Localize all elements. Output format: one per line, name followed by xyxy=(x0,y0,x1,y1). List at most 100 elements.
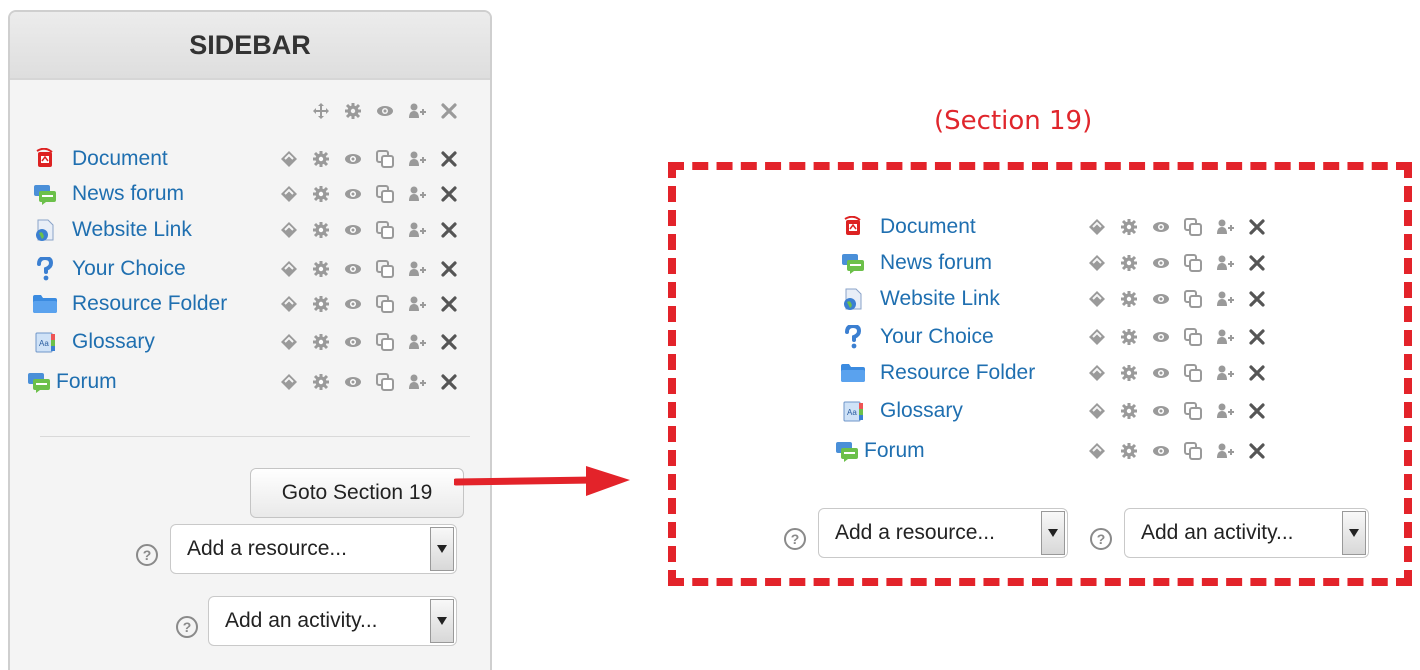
dropdown-arrow-icon[interactable] xyxy=(430,599,454,643)
duplicate-icon[interactable] xyxy=(1182,362,1204,384)
eye-icon[interactable] xyxy=(342,293,364,315)
add-activity-select[interactable]: Add an activity... xyxy=(208,596,457,646)
duplicate-icon[interactable] xyxy=(374,293,396,315)
eye-icon[interactable] xyxy=(1150,216,1172,238)
assign-role-icon[interactable] xyxy=(406,219,428,241)
delete-icon[interactable] xyxy=(438,148,460,170)
assign-role-icon[interactable] xyxy=(1214,252,1236,274)
assign-role-icon[interactable] xyxy=(406,293,428,315)
assign-role-icon[interactable] xyxy=(406,331,428,353)
activity-link[interactable]: Document xyxy=(880,215,976,239)
delete-icon[interactable] xyxy=(1246,362,1268,384)
duplicate-icon[interactable] xyxy=(374,331,396,353)
delete-icon[interactable] xyxy=(1246,252,1268,274)
move-icon[interactable] xyxy=(310,100,332,122)
activity-link[interactable]: News forum xyxy=(72,182,184,206)
activity-link[interactable]: Glossary xyxy=(72,330,155,354)
duplicate-icon[interactable] xyxy=(1182,400,1204,422)
section-add-resource-select[interactable]: Add a resource... xyxy=(818,508,1068,558)
gear-icon[interactable] xyxy=(310,293,332,315)
duplicate-icon[interactable] xyxy=(1182,216,1204,238)
assign-role-icon[interactable] xyxy=(1214,326,1236,348)
edit-title-icon[interactable] xyxy=(278,371,300,393)
activity-link[interactable]: Your Choice xyxy=(880,325,994,349)
delete-icon[interactable] xyxy=(1246,440,1268,462)
assign-role-icon[interactable] xyxy=(406,100,428,122)
gear-icon[interactable] xyxy=(1118,440,1140,462)
eye-icon[interactable] xyxy=(342,331,364,353)
edit-title-icon[interactable] xyxy=(1086,216,1108,238)
goto-section-button[interactable]: Goto Section 19 xyxy=(250,468,464,518)
eye-icon[interactable] xyxy=(1150,400,1172,422)
activity-link[interactable]: Forum xyxy=(56,370,117,394)
assign-role-icon[interactable] xyxy=(406,258,428,280)
assign-role-icon[interactable] xyxy=(406,371,428,393)
eye-icon[interactable] xyxy=(1150,288,1172,310)
gear-icon[interactable] xyxy=(310,219,332,241)
edit-title-icon[interactable] xyxy=(278,148,300,170)
assign-role-icon[interactable] xyxy=(1214,216,1236,238)
gear-icon[interactable] xyxy=(1118,252,1140,274)
assign-role-icon[interactable] xyxy=(1214,400,1236,422)
eye-icon[interactable] xyxy=(1150,252,1172,274)
edit-title-icon[interactable] xyxy=(1086,326,1108,348)
edit-title-icon[interactable] xyxy=(1086,362,1108,384)
gear-icon[interactable] xyxy=(1118,288,1140,310)
eye-icon[interactable] xyxy=(1150,326,1172,348)
delete-icon[interactable] xyxy=(1246,216,1268,238)
duplicate-icon[interactable] xyxy=(374,258,396,280)
gear-icon[interactable] xyxy=(310,371,332,393)
edit-title-icon[interactable] xyxy=(278,183,300,205)
dropdown-arrow-icon[interactable] xyxy=(430,527,454,571)
delete-icon[interactable] xyxy=(438,371,460,393)
duplicate-icon[interactable] xyxy=(374,183,396,205)
duplicate-icon[interactable] xyxy=(374,219,396,241)
duplicate-icon[interactable] xyxy=(1182,326,1204,348)
duplicate-icon[interactable] xyxy=(374,148,396,170)
eye-icon[interactable] xyxy=(342,183,364,205)
gear-icon[interactable] xyxy=(342,100,364,122)
assign-role-icon[interactable] xyxy=(1214,362,1236,384)
edit-title-icon[interactable] xyxy=(278,258,300,280)
activity-link[interactable]: News forum xyxy=(880,251,992,275)
activity-link[interactable]: Glossary xyxy=(880,399,963,423)
delete-icon[interactable] xyxy=(438,258,460,280)
dropdown-arrow-icon[interactable] xyxy=(1041,511,1065,555)
activity-link[interactable]: Document xyxy=(72,147,168,171)
eye-icon[interactable] xyxy=(1150,440,1172,462)
assign-role-icon[interactable] xyxy=(1214,440,1236,462)
delete-icon[interactable] xyxy=(1246,288,1268,310)
eye-icon[interactable] xyxy=(342,371,364,393)
edit-title-icon[interactable] xyxy=(1086,288,1108,310)
delete-icon[interactable] xyxy=(1246,400,1268,422)
delete-icon[interactable] xyxy=(438,331,460,353)
activity-link[interactable]: Website Link xyxy=(880,287,1000,311)
duplicate-icon[interactable] xyxy=(1182,252,1204,274)
help-icon[interactable]: ? xyxy=(136,544,158,566)
gear-icon[interactable] xyxy=(1118,400,1140,422)
activity-link[interactable]: Forum xyxy=(864,439,925,463)
gear-icon[interactable] xyxy=(310,183,332,205)
activity-link[interactable]: Your Choice xyxy=(72,257,186,281)
eye-icon[interactable] xyxy=(342,219,364,241)
add-resource-select[interactable]: Add a resource... xyxy=(170,524,457,574)
gear-icon[interactable] xyxy=(310,331,332,353)
edit-title-icon[interactable] xyxy=(1086,400,1108,422)
duplicate-icon[interactable] xyxy=(1182,440,1204,462)
gear-icon[interactable] xyxy=(1118,362,1140,384)
gear-icon[interactable] xyxy=(1118,216,1140,238)
help-icon[interactable]: ? xyxy=(1090,528,1112,550)
eye-icon[interactable] xyxy=(374,100,396,122)
delete-icon[interactable] xyxy=(438,219,460,241)
gear-icon[interactable] xyxy=(310,258,332,280)
delete-icon[interactable] xyxy=(438,183,460,205)
close-icon[interactable] xyxy=(438,100,460,122)
duplicate-icon[interactable] xyxy=(374,371,396,393)
activity-link[interactable]: Resource Folder xyxy=(880,361,1035,385)
help-icon[interactable]: ? xyxy=(176,616,198,638)
edit-title-icon[interactable] xyxy=(278,331,300,353)
eye-icon[interactable] xyxy=(342,148,364,170)
edit-title-icon[interactable] xyxy=(278,293,300,315)
edit-title-icon[interactable] xyxy=(1086,440,1108,462)
dropdown-arrow-icon[interactable] xyxy=(1342,511,1366,555)
